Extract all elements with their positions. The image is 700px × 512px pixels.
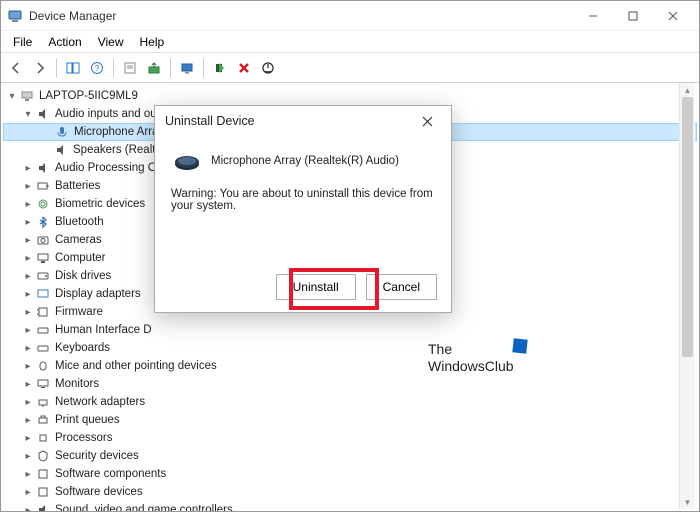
display-icon — [35, 286, 51, 302]
vertical-scrollbar[interactable]: ▲ ▼ — [679, 83, 695, 509]
uninstall-device-dialog: Uninstall Device Microphone Array (Realt… — [154, 105, 452, 313]
window-title: Device Manager — [29, 9, 573, 23]
processor-icon — [35, 430, 51, 446]
titlebar: Device Manager — [1, 1, 699, 31]
show-hide-tree-button[interactable] — [62, 57, 84, 79]
watermark-line1: The — [428, 341, 514, 358]
security-icon — [35, 448, 51, 464]
toolbar: ? — [1, 53, 699, 83]
scroll-down-arrow[interactable]: ▼ — [680, 495, 695, 509]
sound-icon — [35, 502, 51, 511]
forward-button[interactable] — [29, 57, 51, 79]
bluetooth-icon — [35, 214, 51, 230]
tree-print[interactable]: ▸Print queues — [3, 411, 697, 429]
hid-icon — [35, 322, 51, 338]
computer-tree-icon — [35, 250, 51, 266]
printer-icon — [35, 412, 51, 428]
uninstall-device-button[interactable] — [233, 57, 255, 79]
dialog-warning-text: Warning: You are about to uninstall this… — [167, 188, 439, 212]
network-icon — [35, 394, 51, 410]
menu-help[interactable]: Help — [132, 33, 173, 51]
device-manager-window: Device Manager File Action View Help ? ▾… — [0, 0, 700, 512]
sw-comp-icon — [35, 466, 51, 482]
disable-device-button[interactable] — [257, 57, 279, 79]
tree-sw-components[interactable]: ▸Software components — [3, 465, 697, 483]
audio-icon — [35, 106, 51, 122]
dialog-device-name: Microphone Array (Realtek(R) Audio) — [211, 155, 399, 167]
tree-mice[interactable]: ▸Mice and other pointing devices — [3, 357, 697, 375]
watermark-logo-icon — [512, 338, 527, 353]
keyboard-icon — [35, 340, 51, 356]
uninstall-button[interactable]: Uninstall — [276, 274, 356, 300]
audio-proc-icon — [35, 160, 51, 176]
scroll-up-arrow[interactable]: ▲ — [680, 83, 695, 97]
sw-dev-icon — [35, 484, 51, 500]
svg-text:?: ? — [95, 64, 100, 73]
menu-file[interactable]: File — [5, 33, 40, 51]
mouse-icon — [35, 358, 51, 374]
tree-monitors[interactable]: ▸Monitors — [3, 375, 697, 393]
menu-view[interactable]: View — [90, 33, 132, 51]
tree-keyboards[interactable]: ▸Keyboards — [3, 339, 697, 357]
watermark-line2: WindowsClub — [428, 358, 514, 375]
scan-hardware-button[interactable] — [176, 57, 198, 79]
scroll-thumb[interactable] — [682, 97, 693, 357]
tree-hid[interactable]: ▸Human Interface D — [3, 321, 697, 339]
speaker-icon — [53, 142, 69, 158]
cancel-button[interactable]: Cancel — [366, 274, 437, 300]
dialog-titlebar: Uninstall Device — [155, 106, 451, 136]
microphone-icon — [54, 124, 70, 140]
watermark: The WindowsClub — [428, 341, 514, 375]
help-button[interactable]: ? — [86, 57, 108, 79]
close-button[interactable] — [653, 2, 693, 30]
tree-processors[interactable]: ▸Processors — [3, 429, 697, 447]
back-button[interactable] — [5, 57, 27, 79]
dialog-device-row: Microphone Array (Realtek(R) Audio) — [167, 144, 439, 188]
tree-security[interactable]: ▸Security devices — [3, 447, 697, 465]
app-icon — [7, 8, 23, 24]
properties-button[interactable] — [119, 57, 141, 79]
firmware-icon — [35, 304, 51, 320]
enable-device-button[interactable] — [209, 57, 231, 79]
computer-icon — [19, 88, 35, 104]
camera-icon — [35, 232, 51, 248]
dialog-close-button[interactable] — [413, 110, 441, 132]
tree-sw-devices[interactable]: ▸Software devices — [3, 483, 697, 501]
tree-network[interactable]: ▸Network adapters — [3, 393, 697, 411]
device-large-icon — [173, 150, 201, 172]
disk-icon — [35, 268, 51, 284]
dialog-body: Microphone Array (Realtek(R) Audio) Warn… — [155, 136, 451, 220]
monitor-icon — [35, 376, 51, 392]
update-driver-button[interactable] — [143, 57, 165, 79]
menu-action[interactable]: Action — [40, 33, 89, 51]
dialog-title: Uninstall Device — [165, 114, 255, 128]
battery-icon — [35, 178, 51, 194]
menubar: File Action View Help — [1, 31, 699, 53]
tree-sound[interactable]: ▸Sound, video and game controllers — [3, 501, 697, 511]
minimize-button[interactable] — [573, 2, 613, 30]
tree-root[interactable]: ▾LAPTOP-5IIC9ML9 — [3, 87, 697, 105]
dialog-buttons: Uninstall Cancel — [276, 274, 437, 300]
biometric-icon — [35, 196, 51, 212]
maximize-button[interactable] — [613, 2, 653, 30]
